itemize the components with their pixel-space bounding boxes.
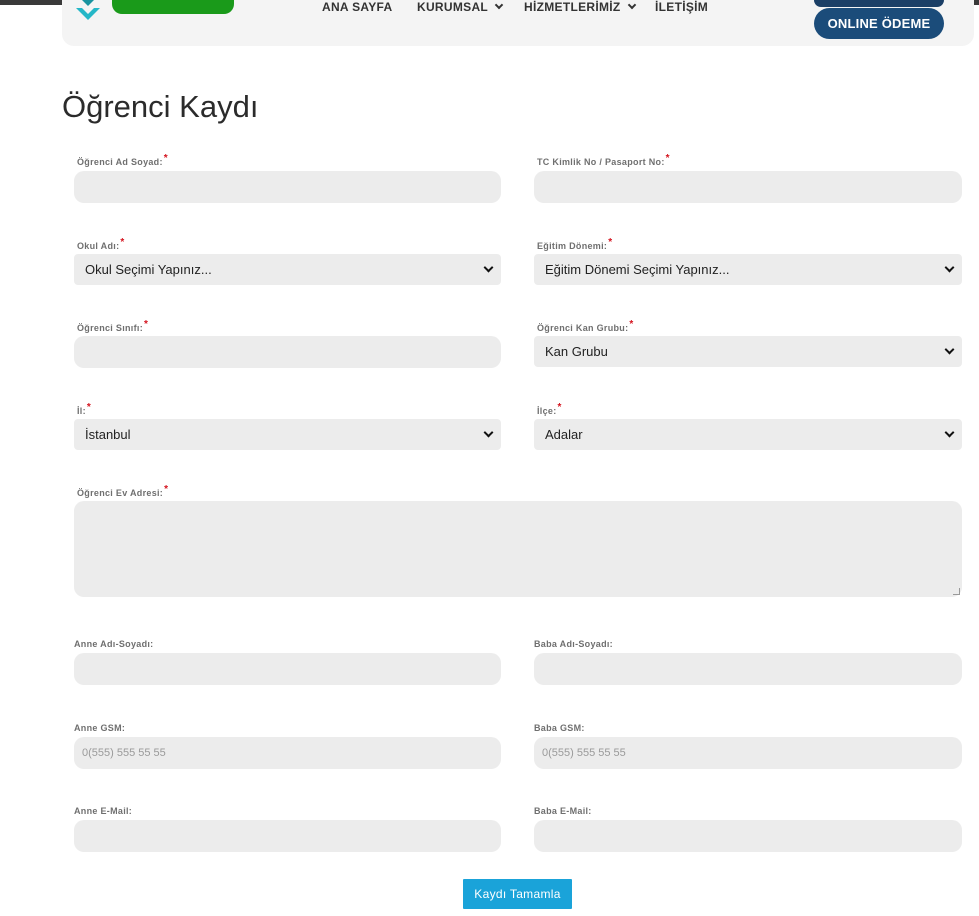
mother-gsm-placeholder: 0(555) 555 55 55 bbox=[82, 747, 166, 759]
class-label-text: Öğrenci Sınıfı: bbox=[77, 323, 144, 333]
submit-button[interactable]: Kaydı Tamamla bbox=[463, 879, 572, 909]
mother-email-input[interactable] bbox=[74, 820, 501, 852]
chevron-down-icon bbox=[494, 0, 504, 10]
nav-kurumsal[interactable]: KURUMSAL bbox=[417, 0, 504, 14]
address-label-text: Öğrenci Ev Adresi: bbox=[77, 488, 164, 498]
required-mark: * bbox=[665, 153, 670, 164]
city-select[interactable]: İstanbul bbox=[74, 419, 501, 450]
address-textarea[interactable] bbox=[74, 501, 962, 597]
student-name-label: Öğrenci Ad Soyad:* bbox=[77, 153, 168, 168]
mother-email-label: Anne E-Mail: bbox=[74, 806, 133, 816]
page-title: Öğrenci Kaydı bbox=[62, 89, 259, 124]
online-payment-button[interactable]: ONLINE ÖDEME bbox=[814, 8, 944, 39]
tc-label-text: TC Kimlik No / Pasaport No: bbox=[537, 157, 665, 167]
district-select[interactable]: Adalar bbox=[534, 419, 962, 450]
student-name-label-text: Öğrenci Ad Soyad: bbox=[77, 157, 163, 167]
blood-label: Öğrenci Kan Grubu:* bbox=[537, 319, 634, 334]
term-select[interactable]: Eğitim Dönemi Seçimi Yapınız... bbox=[534, 254, 962, 285]
father-gsm-label: Baba GSM: bbox=[534, 723, 585, 733]
logo-icon[interactable] bbox=[72, 0, 112, 24]
nav-hizmetlerimiz-label: HİZMETLERİMİZ bbox=[524, 0, 621, 14]
city-label: İl:* bbox=[77, 402, 91, 417]
district-label-text: İlçe: bbox=[537, 406, 557, 416]
blood-select-value: Kan Grubu bbox=[545, 344, 608, 359]
address-label: Öğrenci Ev Adresi:* bbox=[77, 484, 168, 499]
required-mark: * bbox=[608, 237, 613, 248]
mother-gsm-label: Anne GSM: bbox=[74, 723, 126, 733]
mother-name-label: Anne Adı-Soyadı: bbox=[74, 639, 154, 649]
tc-input[interactable] bbox=[534, 171, 962, 203]
chevron-down-icon bbox=[627, 0, 636, 10]
father-name-label: Baba Adı-Soyadı: bbox=[534, 639, 613, 649]
class-input[interactable] bbox=[74, 336, 501, 368]
father-email-input[interactable] bbox=[534, 820, 962, 852]
student-name-input[interactable] bbox=[74, 171, 501, 203]
school-label: Okul Adı:* bbox=[77, 237, 125, 252]
required-mark: * bbox=[86, 402, 92, 413]
term-select-value: Eğitim Dönemi Seçimi Yapınız... bbox=[545, 262, 730, 277]
father-gsm-input[interactable]: 0(555) 555 55 55 bbox=[534, 737, 962, 769]
required-mark: * bbox=[163, 153, 168, 164]
required-mark: * bbox=[557, 402, 562, 413]
father-name-input[interactable] bbox=[534, 653, 962, 685]
chevron-down-icon bbox=[944, 427, 955, 438]
blood-select[interactable]: Kan Grubu bbox=[534, 336, 962, 367]
city-select-value: İstanbul bbox=[85, 427, 131, 442]
blood-label-text: Öğrenci Kan Grubu: bbox=[537, 323, 629, 333]
class-label: Öğrenci Sınıfı:* bbox=[77, 319, 148, 334]
logo-banner[interactable] bbox=[112, 0, 234, 14]
header-top-button[interactable] bbox=[814, 0, 944, 7]
mother-gsm-input[interactable]: 0(555) 555 55 55 bbox=[74, 737, 501, 769]
nav-home-label: ANA SAYFA bbox=[322, 0, 393, 14]
required-mark: * bbox=[164, 484, 169, 495]
school-select[interactable]: Okul Seçimi Yapınız... bbox=[74, 254, 501, 285]
chevron-down-icon bbox=[483, 262, 494, 273]
required-mark: * bbox=[120, 237, 125, 248]
term-label-text: Eğitim Dönemi: bbox=[537, 241, 608, 251]
nav-kurumsal-label: KURUMSAL bbox=[417, 0, 489, 14]
nav-hizmetlerimiz[interactable]: HİZMETLERİMİZ bbox=[524, 0, 636, 14]
chevron-down-icon bbox=[944, 262, 955, 273]
nav-iletisim[interactable]: İLETİŞİM bbox=[655, 0, 708, 14]
father-email-label: Baba E-Mail: bbox=[534, 806, 592, 816]
chevron-down-icon bbox=[483, 427, 494, 438]
father-gsm-placeholder: 0(555) 555 55 55 bbox=[542, 747, 626, 759]
tc-label: TC Kimlik No / Pasaport No:* bbox=[537, 153, 670, 168]
city-label-text: İl: bbox=[77, 406, 86, 416]
district-select-value: Adalar bbox=[545, 427, 583, 442]
resize-handle-icon[interactable] bbox=[953, 588, 960, 595]
nav-iletisim-label: İLETİŞİM bbox=[655, 0, 709, 14]
school-label-text: Okul Adı: bbox=[77, 241, 120, 251]
school-select-value: Okul Seçimi Yapınız... bbox=[85, 262, 212, 277]
required-mark: * bbox=[629, 319, 634, 330]
required-mark: * bbox=[144, 319, 149, 330]
chevron-down-icon bbox=[944, 344, 955, 355]
nav-home[interactable]: ANA SAYFA bbox=[322, 0, 393, 14]
mother-name-input[interactable] bbox=[74, 653, 501, 685]
district-label: İlçe:* bbox=[537, 402, 562, 417]
term-label: Eğitim Dönemi:* bbox=[537, 237, 612, 252]
